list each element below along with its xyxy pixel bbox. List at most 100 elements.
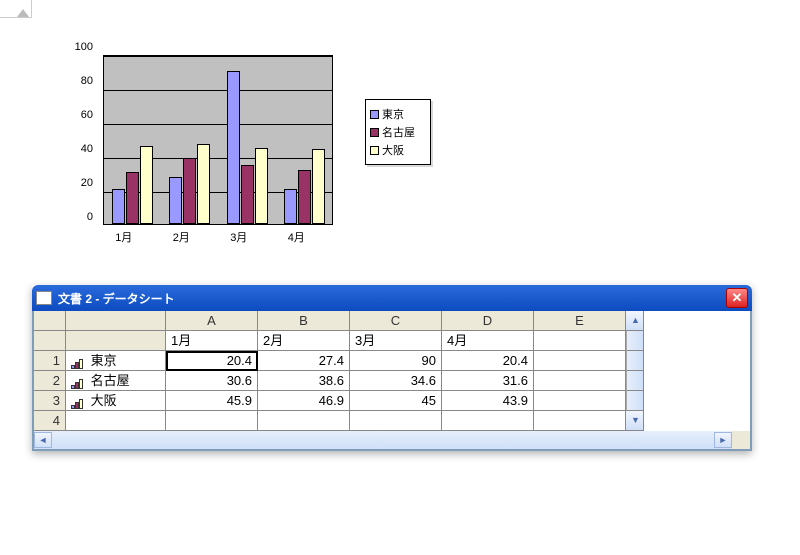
empty-cell[interactable] — [534, 411, 626, 431]
month-header-cell[interactable]: 2月 — [258, 331, 350, 351]
column-header[interactable]: D — [442, 311, 534, 331]
scroll-down-button[interactable]: ▼ — [626, 411, 644, 431]
vertical-scrollbar[interactable] — [626, 351, 644, 371]
row-header[interactable]: 2 — [34, 371, 66, 391]
corner-cell — [34, 311, 66, 331]
bar[interactable] — [298, 170, 311, 224]
row-header[interactable]: 1 — [34, 351, 66, 371]
empty-cell[interactable] — [442, 411, 534, 431]
chart-area[interactable]: 020406080100 1月2月3月4月 東京名古屋大阪 — [67, 39, 441, 247]
data-cell[interactable]: 20.4 — [442, 351, 534, 371]
scroll-right-button[interactable]: ► — [714, 432, 732, 448]
legend-label: 大阪 — [382, 142, 404, 158]
x-tick-label: 4月 — [268, 229, 326, 245]
column-header[interactable]: C — [350, 311, 442, 331]
column-header[interactable]: B — [258, 311, 350, 331]
vertical-scrollbar[interactable] — [626, 331, 644, 351]
month-header-cell[interactable]: 1月 — [166, 331, 258, 351]
data-cell[interactable]: 90 — [350, 351, 442, 371]
data-cell[interactable]: 45.9 — [166, 391, 258, 411]
month-header-cell[interactable]: 3月 — [350, 331, 442, 351]
data-cell[interactable]: 38.6 — [258, 371, 350, 391]
data-cell[interactable]: 34.6 — [350, 371, 442, 391]
bar[interactable] — [284, 189, 297, 224]
corner-cell — [66, 311, 166, 331]
data-cell[interactable]: 45 — [350, 391, 442, 411]
bar[interactable] — [197, 144, 210, 224]
bar-chart-icon — [71, 376, 87, 387]
titlebar[interactable]: 文書 2 - データシート ✕ — [32, 285, 752, 311]
bar-group[interactable] — [169, 144, 211, 224]
chart-legend[interactable]: 東京名古屋大阪 — [365, 99, 431, 165]
empty-cell[interactable] — [534, 331, 626, 351]
bar[interactable] — [183, 158, 196, 224]
series-label-cell[interactable]: 大阪 — [66, 391, 166, 411]
row-header[interactable]: 3 — [34, 391, 66, 411]
bar[interactable] — [140, 146, 153, 224]
bar-group[interactable] — [112, 146, 154, 224]
x-tick-label: 2月 — [153, 229, 211, 245]
column-header[interactable]: A — [166, 311, 258, 331]
bar[interactable] — [169, 177, 182, 224]
x-tick-label: 1月 — [95, 229, 153, 245]
data-cell[interactable]: 30.6 — [166, 371, 258, 391]
bar[interactable] — [126, 172, 139, 224]
bar[interactable] — [312, 149, 325, 224]
y-tick-label: 100 — [69, 41, 93, 53]
legend-swatch — [370, 110, 379, 119]
data-cell[interactable]: 27.4 — [258, 351, 350, 371]
empty-cell[interactable] — [534, 391, 626, 411]
bar[interactable] — [255, 148, 268, 225]
empty-cell[interactable] — [534, 371, 626, 391]
plot-area[interactable] — [103, 55, 333, 225]
series-label-cell[interactable]: 名古屋 — [66, 371, 166, 391]
data-cell[interactable]: 31.6 — [442, 371, 534, 391]
y-tick-label: 40 — [69, 143, 93, 155]
legend-swatch — [370, 128, 379, 137]
data-cell[interactable]: 46.9 — [258, 391, 350, 411]
y-axis-labels: 020406080100 — [69, 45, 93, 225]
legend-label: 名古屋 — [382, 124, 415, 140]
datasheet-window[interactable]: 文書 2 - データシート ✕ ABCDE▲1月2月3月4月1 東京20.427… — [32, 285, 752, 451]
horizontal-scrollbar[interactable]: ◄ ► — [34, 431, 732, 449]
row-header[interactable]: 4 — [34, 411, 66, 431]
sheet-body: ABCDE▲1月2月3月4月1 東京20.427.49020.42 名古屋30.… — [32, 311, 752, 451]
datasheet-icon — [36, 291, 52, 305]
scroll-left-button[interactable]: ◄ — [34, 432, 52, 448]
corner-cell — [66, 331, 166, 351]
vertical-scrollbar[interactable] — [626, 391, 644, 411]
bar[interactable] — [227, 71, 240, 224]
bar-group[interactable] — [227, 71, 269, 224]
bar[interactable] — [241, 165, 254, 224]
scroll-up-button[interactable]: ▲ — [626, 311, 644, 331]
bar-chart-icon — [71, 396, 87, 407]
bar[interactable] — [112, 189, 125, 224]
bar-chart-icon — [71, 356, 87, 367]
legend-item[interactable]: 大阪 — [370, 142, 426, 158]
legend-item[interactable]: 名古屋 — [370, 124, 426, 140]
empty-cell[interactable] — [350, 411, 442, 431]
data-cell[interactable]: 20.4 — [166, 351, 258, 371]
data-grid[interactable]: ABCDE▲1月2月3月4月1 東京20.427.49020.42 名古屋30.… — [34, 311, 750, 431]
vertical-scrollbar[interactable] — [626, 371, 644, 391]
empty-cell[interactable] — [258, 411, 350, 431]
scrollbar-corner — [732, 431, 750, 449]
bar-group[interactable] — [284, 149, 326, 224]
series-label-cell[interactable]: 東京 — [66, 351, 166, 371]
month-header-cell[interactable]: 4月 — [442, 331, 534, 351]
empty-cell[interactable] — [166, 411, 258, 431]
data-cell[interactable]: 43.9 — [442, 391, 534, 411]
column-header[interactable]: E — [534, 311, 626, 331]
close-button[interactable]: ✕ — [726, 288, 748, 308]
ruler-corner — [0, 0, 32, 18]
corner-cell — [34, 331, 66, 351]
chart-object-frame[interactable]: 020406080100 1月2月3月4月 東京名古屋大阪 — [60, 32, 448, 254]
x-axis-labels: 1月2月3月4月 — [95, 229, 325, 245]
empty-cell[interactable] — [66, 411, 166, 431]
legend-swatch — [370, 146, 379, 155]
legend-item[interactable]: 東京 — [370, 106, 426, 122]
empty-cell[interactable] — [534, 351, 626, 371]
y-tick-label: 0 — [69, 211, 93, 223]
x-tick-label: 3月 — [210, 229, 268, 245]
legend-label: 東京 — [382, 106, 404, 122]
